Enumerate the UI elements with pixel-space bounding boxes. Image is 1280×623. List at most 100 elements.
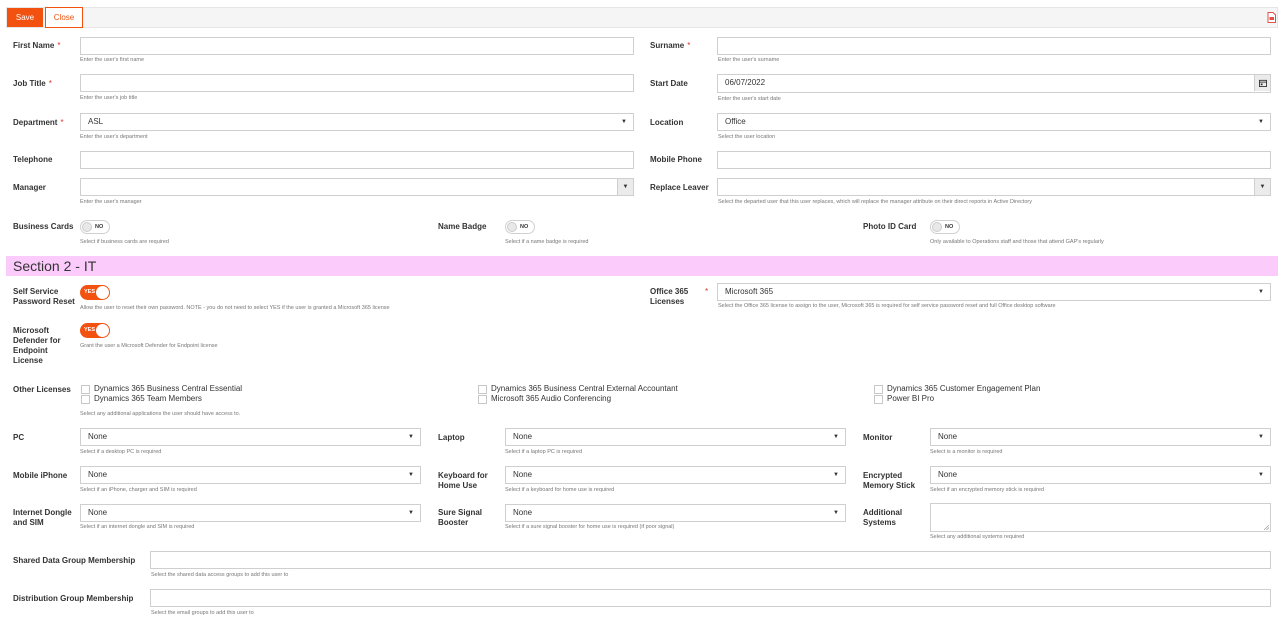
- shared-data-input[interactable]: [150, 551, 1271, 569]
- chevron-down-icon: ▼: [1258, 119, 1264, 125]
- monitor-select[interactable]: None ▼: [930, 428, 1271, 446]
- toggle-knob: [96, 286, 109, 299]
- memory-stick-select[interactable]: None ▼: [930, 466, 1271, 484]
- first-name-help: Enter the user's first name: [80, 57, 145, 63]
- close-button[interactable]: Close: [45, 7, 83, 28]
- booster-value: None: [513, 508, 533, 517]
- section-2-header: Section 2 - IT: [6, 256, 1278, 276]
- save-button[interactable]: Save: [7, 8, 43, 27]
- start-date-input[interactable]: 06/07/2022: [717, 74, 1271, 93]
- start-date-label: Start Date: [650, 79, 688, 88]
- keyboard-select[interactable]: None ▼: [505, 466, 846, 484]
- laptop-select[interactable]: None ▼: [505, 428, 846, 446]
- chevron-down-icon: ▼: [1258, 472, 1264, 478]
- additional-systems-textarea[interactable]: [930, 503, 1271, 532]
- o365-select[interactable]: Microsoft 365 ▼: [717, 283, 1271, 301]
- other-licenses-label: Other Licenses: [13, 385, 71, 394]
- resize-handle-icon[interactable]: [1264, 525, 1269, 530]
- dongle-value: None: [88, 508, 108, 517]
- booster-select[interactable]: None ▼: [505, 504, 846, 522]
- laptop-value: None: [513, 432, 533, 441]
- license-label: Dynamics 365 Business Central Essential: [94, 384, 243, 393]
- other-licenses-help: Select any additional applications the u…: [80, 411, 241, 417]
- mobile-iphone-select[interactable]: None ▼: [80, 466, 421, 484]
- shared-data-help: Select the shared data access groups to …: [151, 572, 289, 578]
- license-checkbox[interactable]: [81, 385, 90, 394]
- location-help: Select the user location: [718, 134, 776, 140]
- memory-stick-value: None: [938, 470, 958, 479]
- name-badge-label: Name Badge: [438, 222, 487, 231]
- telephone-input[interactable]: [80, 151, 634, 169]
- chevron-down-icon[interactable]: ▼: [1254, 179, 1270, 195]
- dongle-help: Select if an internet dongle and SIM is …: [80, 524, 195, 530]
- surname-help: Enter the user's surname: [718, 57, 780, 63]
- mobile-phone-label: Mobile Phone: [650, 155, 702, 164]
- job-title-label: Job Title *: [13, 79, 52, 88]
- license-label: Power BI Pro: [887, 394, 935, 403]
- telephone-label: Telephone: [13, 155, 53, 164]
- license-label: Dynamics 365 Business Central External A…: [491, 384, 678, 393]
- mobile-iphone-value: None: [88, 470, 108, 479]
- job-title-input[interactable]: [80, 74, 634, 92]
- distribution-input[interactable]: [150, 589, 1271, 607]
- booster-help: Select if a sure signal booster for home…: [505, 524, 675, 530]
- shared-data-label: Shared Data Group Membership: [13, 556, 136, 565]
- o365-help: Select the Office 365 license to assign …: [718, 303, 1056, 309]
- dongle-label: Internet Dongle and SIM: [13, 508, 72, 527]
- license-checkbox[interactable]: [874, 395, 883, 404]
- surname-input[interactable]: [717, 37, 1271, 55]
- laptop-help: Select if a laptop PC is required: [505, 449, 583, 455]
- defender-toggle[interactable]: YES: [80, 323, 110, 338]
- chevron-down-icon: ▼: [833, 472, 839, 478]
- toggle-text: YES: [84, 289, 96, 295]
- monitor-value: None: [938, 432, 958, 441]
- license-label: Microsoft 365 Audio Conferencing: [491, 394, 612, 403]
- additional-systems-label: Additional Systems: [863, 508, 903, 527]
- job-title-help: Enter the user's job title: [80, 95, 138, 101]
- monitor-help: Select is a monitor is required: [930, 449, 1003, 455]
- location-select[interactable]: Office ▼: [717, 113, 1271, 131]
- o365-value: Microsoft 365: [725, 287, 774, 296]
- toggle-text: NO: [95, 224, 104, 230]
- license-checkbox[interactable]: [478, 385, 487, 394]
- toggle-knob: [507, 222, 517, 232]
- business-cards-label: Business Cards: [13, 222, 74, 231]
- license-checkbox[interactable]: [874, 385, 883, 394]
- business-cards-toggle[interactable]: NO: [80, 220, 110, 234]
- memory-stick-help: Select if an encrypted memory stick is r…: [930, 487, 1045, 493]
- distribution-label: Distribution Group Membership: [13, 594, 134, 603]
- name-badge-toggle[interactable]: NO: [505, 220, 535, 234]
- photo-id-help: Only available to Operations staff and t…: [930, 239, 1104, 245]
- mobile-phone-input[interactable]: [717, 151, 1271, 169]
- manager-select[interactable]: ▼: [80, 178, 634, 196]
- first-name-input[interactable]: [80, 37, 634, 55]
- toggle-text: NO: [945, 224, 954, 230]
- booster-label: Sure Signal Booster: [438, 508, 483, 527]
- pdf-document-icon[interactable]: [1267, 12, 1276, 23]
- start-date-value: 06/07/2022: [725, 78, 766, 87]
- memory-stick-label: Encrypted Memory Stick: [863, 471, 916, 490]
- pc-select[interactable]: None ▼: [80, 428, 421, 446]
- photo-id-label: Photo ID Card: [863, 222, 917, 231]
- name-badge-help: Select if a name badge is required: [505, 239, 589, 245]
- photo-id-toggle[interactable]: NO: [930, 220, 960, 234]
- chevron-down-icon: ▼: [833, 510, 839, 516]
- calendar-button[interactable]: [1254, 75, 1270, 91]
- department-value: ASL: [88, 117, 104, 126]
- license-checkbox[interactable]: [478, 395, 487, 404]
- first-name-label: First Name *: [13, 41, 61, 50]
- license-label: Dynamics 365 Customer Engagement Plan: [887, 384, 1041, 393]
- mobile-iphone-label: Mobile iPhone: [13, 471, 68, 480]
- chevron-down-icon: ▼: [408, 472, 414, 478]
- monitor-label: Monitor: [863, 433, 893, 442]
- surname-label: Surname *: [650, 41, 691, 50]
- chevron-down-icon: ▼: [621, 119, 627, 125]
- dongle-select[interactable]: None ▼: [80, 504, 421, 522]
- department-select[interactable]: ASL ▼: [80, 113, 634, 131]
- chevron-down-icon[interactable]: ▼: [617, 179, 633, 195]
- license-label: Dynamics 365 Team Members: [94, 394, 202, 403]
- sspr-toggle[interactable]: YES: [80, 285, 110, 300]
- defender-help: Grant the user a Microsoft Defender for …: [80, 343, 218, 349]
- license-checkbox[interactable]: [81, 395, 90, 404]
- replace-leaver-select[interactable]: ▼: [717, 178, 1271, 196]
